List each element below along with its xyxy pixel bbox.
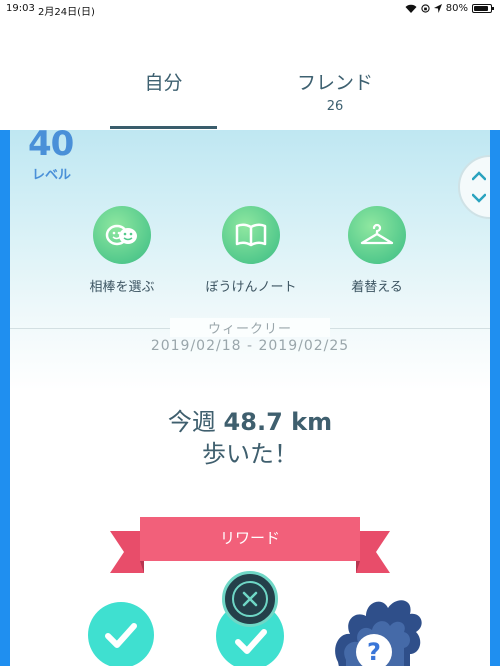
panel-border-right xyxy=(490,130,500,666)
tab-friends-label: フレンド xyxy=(296,72,373,94)
tab-self-label: 自分 xyxy=(144,72,183,94)
buddy-icon xyxy=(93,206,151,264)
walked-prefix: 今週 xyxy=(167,408,216,436)
location-icon xyxy=(433,4,442,13)
choose-buddy-button[interactable]: 相棒を選ぶ xyxy=(62,206,182,295)
status-bar: 19:03 2月24日(日) 80% xyxy=(0,0,500,18)
weekly-date-range: 2019/02/18 - 2019/02/25 xyxy=(150,338,350,354)
change-outfit-button[interactable]: 着替える xyxy=(317,206,437,295)
tab-self[interactable]: 自分 xyxy=(110,68,217,95)
battery-icon xyxy=(472,4,494,13)
wifi-icon xyxy=(405,4,417,13)
choose-buddy-label: 相棒を選ぶ xyxy=(89,280,155,295)
svg-text:?: ? xyxy=(367,638,381,666)
weekly-title: ウィークリー xyxy=(170,318,330,337)
profile-tabs: 自分 フレンド 26 xyxy=(0,18,500,130)
close-button[interactable] xyxy=(222,571,278,627)
status-right: 80% xyxy=(405,3,494,14)
chevron-up-down-icon xyxy=(472,171,486,203)
close-icon xyxy=(232,581,268,617)
friends-count: 26 xyxy=(326,99,344,114)
profile-panel: 40 レベル 相棒を選ぶ ぼうけんノート 着替える ウィークリー 2019/02… xyxy=(0,130,500,666)
status-date: 2月24日(日) xyxy=(38,7,95,18)
level-number: 40 xyxy=(28,130,74,164)
walked-suffix: 歩いた！ xyxy=(202,440,298,468)
journal-label: ぼうけんノート xyxy=(205,280,297,295)
tab-friends[interactable]: フレンド 26 xyxy=(280,68,390,114)
hanger-icon xyxy=(348,206,406,264)
status-time: 19:03 xyxy=(6,3,35,14)
journal-book-icon xyxy=(222,206,280,264)
reward-claimed-check-1 xyxy=(88,602,154,666)
panel-border-left xyxy=(0,130,10,666)
weekly-distance-text: 今週 48.7 km 歩いた！ xyxy=(100,406,400,470)
journal-button[interactable]: ぼうけんノート xyxy=(191,206,311,295)
active-tab-indicator xyxy=(110,126,217,129)
walked-distance: 48.7 km xyxy=(223,408,333,436)
orientation-lock-icon xyxy=(421,4,430,13)
mystery-reward-icon: ? xyxy=(335,600,422,666)
level-label: レベル xyxy=(32,168,72,183)
change-outfit-label: 着替える xyxy=(351,280,403,295)
reward-label: リワード xyxy=(219,529,280,547)
checkmark-icon xyxy=(105,623,137,648)
battery-percent: 80% xyxy=(445,3,468,14)
